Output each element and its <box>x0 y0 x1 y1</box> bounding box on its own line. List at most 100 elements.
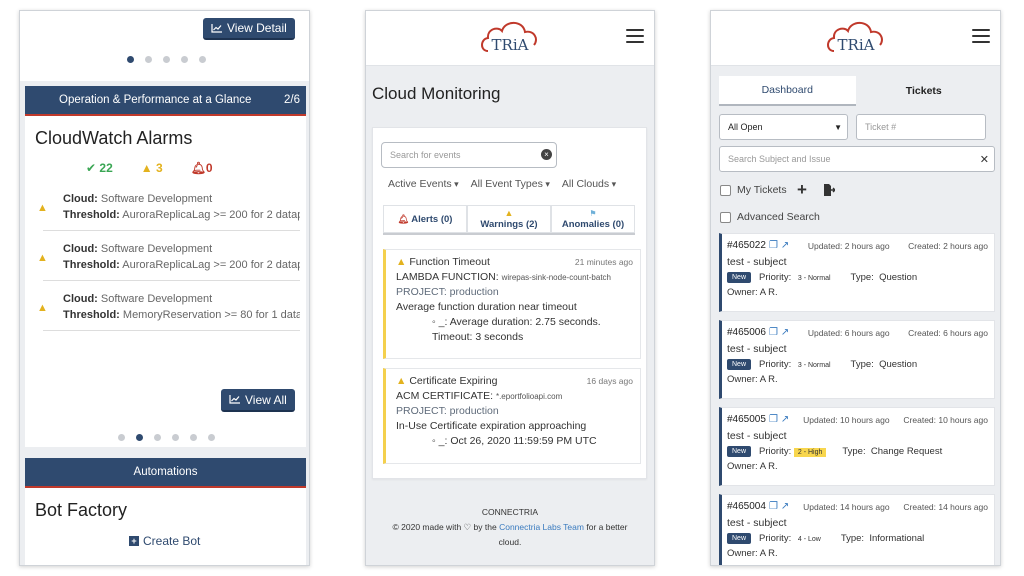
warning-icon: ▲ <box>396 375 407 387</box>
export-icon[interactable] <box>823 184 835 196</box>
type-label: Type: <box>840 533 865 544</box>
carousel-dot[interactable] <box>199 56 206 63</box>
ticket-id: #465004 <box>727 501 766 512</box>
ticket-number-input[interactable]: Ticket # <box>856 114 986 140</box>
event-time: 16 days ago <box>586 376 633 386</box>
ticket-subject: test - subject <box>727 517 787 529</box>
ticket-updated: Updated: 2 hours ago <box>807 240 890 251</box>
cloud-label: Cloud: <box>63 293 98 305</box>
carousel-dot[interactable] <box>136 434 143 441</box>
event-detail: ◦ _: Average duration: 2.75 seconds. <box>432 316 601 328</box>
status-badge: New <box>727 359 752 370</box>
carousel-dot[interactable] <box>190 434 197 441</box>
warn-count: ▲ 3 <box>141 161 163 175</box>
external-link-icon[interactable]: ↗ <box>781 501 789 512</box>
advanced-search-checkbox[interactable]: Advanced Search <box>720 211 820 223</box>
ticket-card[interactable]: #465005 ❐ ↗ Updated: 10 hours ago Created:… <box>719 407 995 486</box>
type-label: Type: <box>850 272 874 283</box>
warnings-label: Warnings (2) <box>480 219 538 230</box>
ok-count-value: 22 <box>99 161 113 175</box>
event-card[interactable]: ▲ Certificate Expiring 16 days ago ACM C… <box>383 368 641 464</box>
ticket-owner: Owner: A R. <box>727 374 778 385</box>
resource-label: LAMBDA FUNCTION: <box>396 271 499 283</box>
tab-alerts[interactable]: 🔔︎ Alerts (0) <box>383 205 467 233</box>
event-filters: Active Events All Event Types All Clouds <box>388 178 616 190</box>
menu-icon[interactable] <box>972 29 990 43</box>
bot-factory-title: Bot Factory <box>35 500 128 520</box>
checkbox[interactable] <box>720 211 731 223</box>
carousel-dot[interactable] <box>127 56 134 63</box>
tab-warnings[interactable]: ▲ Warnings (2) <box>467 205 551 233</box>
view-detail-label: View Detail <box>227 21 287 35</box>
footer-prefix: © 2020 made with <box>392 522 462 532</box>
carousel-dot[interactable] <box>154 434 161 441</box>
logo-text: TRiA <box>838 36 875 54</box>
heart-icon: ♡ <box>463 522 472 532</box>
warning-icon: ▲ <box>396 256 407 268</box>
clear-icon[interactable]: × <box>541 149 552 160</box>
view-detail-button[interactable]: View Detail <box>203 18 295 40</box>
priority-label: Priority: <box>759 359 792 370</box>
copy-icon[interactable]: ❐ <box>769 501 778 512</box>
bot-factory-card: Bot Factory + Create Bot <box>25 488 306 565</box>
menu-icon[interactable] <box>626 29 644 43</box>
view-all-button[interactable]: View All <box>221 389 295 412</box>
alarm-item[interactable]: ▲ Cloud: Software Development Threshold:… <box>37 241 300 281</box>
carousel-dot[interactable] <box>172 434 179 441</box>
footer: CONNECTRIA © 2020 made with ♡ by the Con… <box>366 505 654 550</box>
logo-text: TRiA <box>492 36 529 54</box>
cloud-monitoring-screen: TRiA Cloud Monitoring Search for events … <box>365 10 655 566</box>
add-ticket-icon[interactable]: + <box>797 180 807 200</box>
ticket-card[interactable]: #465022 ❐ ↗ Updated: 2 hours ago Created: … <box>719 233 995 312</box>
ticket-card[interactable]: #465004 ❐ ↗ Updated: 14 hours ago Created:… <box>719 494 995 565</box>
event-detail: Timeout: 3 seconds <box>432 331 524 343</box>
alarm-item[interactable]: ▲ Cloud: Software Development Threshold:… <box>37 291 300 331</box>
copy-icon[interactable]: ❐ <box>769 414 778 425</box>
warning-icon: ▲ <box>37 252 48 264</box>
alerts-label: Alerts (0) <box>411 213 453 225</box>
close-icon[interactable]: ✕ <box>980 153 989 166</box>
event-card[interactable]: ▲ Function Timeout 21 minutes ago LAMBDA… <box>383 249 641 359</box>
carousel-dot[interactable] <box>145 56 152 63</box>
checkbox[interactable] <box>720 184 731 196</box>
app-header: TRiA <box>366 11 654 66</box>
tab-tickets[interactable]: Tickets <box>855 76 992 106</box>
footer-brand: CONNECTRIA <box>481 507 539 517</box>
event-title: Function Timeout <box>409 256 490 268</box>
carousel-dot[interactable] <box>118 434 125 441</box>
type-value: Informational <box>869 533 925 544</box>
ticket-owner: Owner: A R. <box>727 548 778 559</box>
event-time: 21 minutes ago <box>574 257 633 267</box>
tab-dashboard[interactable]: Dashboard <box>719 76 856 106</box>
cloud-label: Cloud: <box>63 193 98 205</box>
event-project: PROJECT: production <box>396 405 499 417</box>
external-link-icon[interactable]: ↗ <box>781 327 789 338</box>
clouds-dropdown[interactable]: All Clouds <box>562 178 616 190</box>
copy-icon[interactable]: ❐ <box>769 240 778 251</box>
ok-count: ✔ 22 <box>86 161 113 175</box>
subject-search-input[interactable]: Search Subject and Issue ✕ <box>719 146 995 172</box>
team-link[interactable]: Connectria Labs Team <box>499 522 584 532</box>
my-tickets-checkbox[interactable]: My Tickets <box>720 184 787 196</box>
external-link-icon[interactable]: ↗ <box>781 240 789 251</box>
alarm-item[interactable]: ▲ Cloud: Software Development Threshold:… <box>37 191 300 231</box>
tria-logo: TRiA <box>481 21 537 54</box>
active-events-dropdown[interactable]: Active Events <box>388 178 459 190</box>
bell-icon: 🔔︎ <box>397 213 409 224</box>
copy-icon[interactable]: ❐ <box>769 327 778 338</box>
carousel-dot[interactable] <box>208 434 215 441</box>
threshold-value: MemoryReservation >= 80 for 1 datapoints <box>122 309 300 321</box>
carousel-dot[interactable] <box>163 56 170 63</box>
event-search-input[interactable]: Search for events × <box>381 142 557 168</box>
tab-anomalies[interactable]: ⚑ Anomalies (0) <box>551 205 635 233</box>
event-type-dropdown[interactable]: All Event Types <box>471 178 550 190</box>
create-bot-button[interactable]: + Create Bot <box>129 534 200 548</box>
carousel-dot[interactable] <box>181 56 188 63</box>
ticket-card[interactable]: #465006 ❐ ↗ Updated: 6 hours ago Created: … <box>719 320 995 399</box>
priority-label: Priority: <box>759 446 792 457</box>
status-select[interactable]: All Open ▼ <box>719 114 848 140</box>
cloud-label: Cloud: <box>63 243 98 255</box>
external-link-icon[interactable]: ↗ <box>781 414 789 425</box>
ticket-subject: test - subject <box>727 430 787 442</box>
automations-title: Automations <box>133 466 198 478</box>
